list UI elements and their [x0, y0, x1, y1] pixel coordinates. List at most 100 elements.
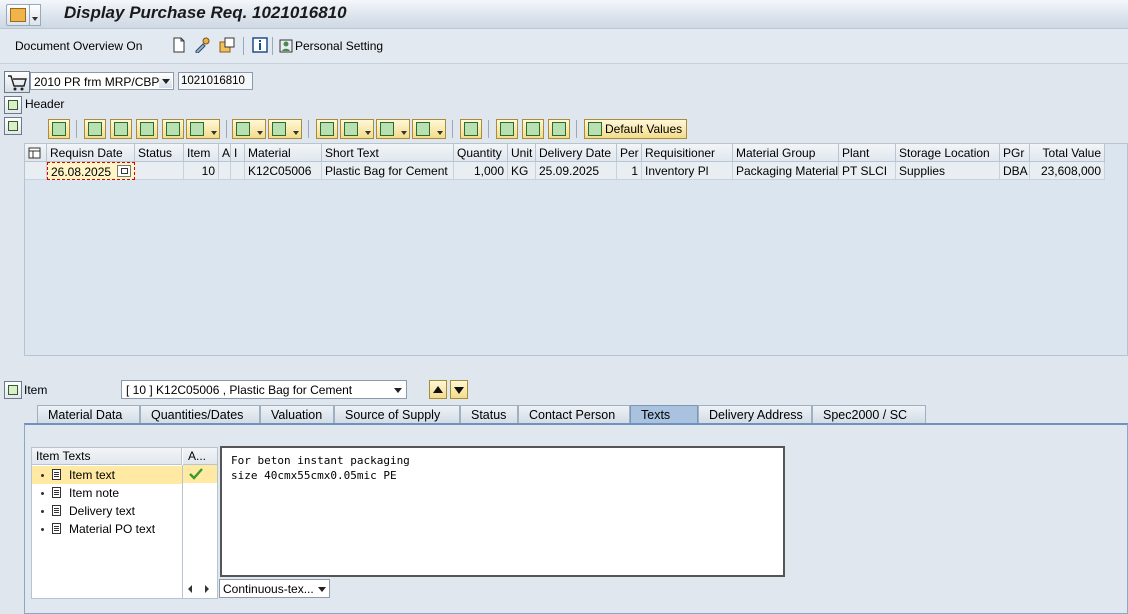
item-texts-header[interactable]: Item Texts: [32, 448, 182, 465]
column-header[interactable]: Per: [617, 144, 642, 162]
column-header[interactable]: Material Group: [733, 144, 839, 162]
table-cell-pgr[interactable]: DBA: [1000, 162, 1030, 180]
export-icon[interactable]: [376, 119, 410, 139]
tree-item-item-text[interactable]: Item text: [32, 466, 182, 484]
document-icon: [52, 523, 61, 534]
shopping-cart-icon[interactable]: [4, 71, 30, 93]
table-cell-material-group[interactable]: Packaging Material: [733, 162, 839, 180]
column-header[interactable]: Quantity: [454, 144, 508, 162]
text-format-select[interactable]: Continuous-tex...: [219, 579, 330, 598]
table-cell-quantity[interactable]: 1,000: [454, 162, 508, 180]
tree-item-label: Item note: [69, 486, 120, 500]
column-header[interactable]: Material: [245, 144, 322, 162]
column-header[interactable]: Requisn Date: [47, 144, 135, 162]
table-cell-delivery-date[interactable]: 25.09.2025: [536, 162, 617, 180]
item-move-icon[interactable]: [548, 119, 570, 139]
tab-quantities-dates[interactable]: Quantities/Dates: [140, 405, 260, 423]
document-icon: [52, 469, 61, 480]
sort-descending-icon[interactable]: [110, 119, 132, 139]
tab-status[interactable]: Status: [460, 405, 518, 423]
table-cell-unit[interactable]: KG: [508, 162, 536, 180]
views-icon[interactable]: [340, 119, 374, 139]
text-editor[interactable]: For beton instant packaging size 40cmx55…: [220, 446, 785, 577]
row-selector[interactable]: [25, 162, 47, 180]
table-cell-requisn-date[interactable]: 26.08.2025: [47, 162, 135, 180]
info-icon[interactable]: [252, 37, 268, 53]
personal-setting-icon[interactable]: [278, 37, 294, 53]
item-settings-icon[interactable]: [522, 119, 544, 139]
find-icon[interactable]: [136, 119, 158, 139]
column-header[interactable]: A: [219, 144, 231, 162]
tab-valuation[interactable]: Valuation: [260, 405, 334, 423]
calendar-icon[interactable]: [117, 165, 131, 177]
item-select[interactable]: [ 10 ] K12C05006 , Plastic Bag for Cemen…: [121, 380, 407, 399]
layout-icon[interactable]: [412, 119, 446, 139]
create-document-icon[interactable]: [171, 37, 187, 53]
column-header[interactable]: Status: [135, 144, 184, 162]
table-cell-requisitioner[interactable]: Inventory Pl: [642, 162, 733, 180]
details-icon[interactable]: [48, 119, 70, 139]
chevron-down-icon[interactable]: [391, 382, 405, 397]
personal-setting-button[interactable]: Personal Setting: [295, 39, 383, 53]
column-header[interactable]: Delivery Date: [536, 144, 617, 162]
system-menu-arrow-icon[interactable]: [29, 4, 41, 26]
next-item-button[interactable]: [450, 380, 468, 399]
scroll-left-icon[interactable]: [186, 583, 194, 597]
column-header[interactable]: Requisitioner: [642, 144, 733, 162]
chevron-down-icon[interactable]: [159, 74, 172, 88]
active-column-header[interactable]: A...: [183, 448, 217, 465]
filter-icon[interactable]: [186, 119, 220, 139]
system-menu-icon[interactable]: [6, 4, 30, 26]
print-icon[interactable]: [316, 119, 338, 139]
document-number-field[interactable]: 1021016810: [178, 72, 253, 90]
bullet-icon: [41, 510, 44, 513]
tree-item-item-note[interactable]: Item note: [32, 484, 182, 502]
column-header[interactable]: Plant: [839, 144, 896, 162]
table-cell-status[interactable]: [135, 162, 184, 180]
table-cell-i[interactable]: [231, 162, 245, 180]
document-overview-button[interactable]: Document Overview On: [15, 39, 142, 53]
column-header[interactable]: Storage Location: [896, 144, 1000, 162]
table-settings-icon[interactable]: [25, 144, 47, 162]
default-values-button[interactable]: Default Values: [584, 119, 688, 139]
find-next-icon[interactable]: [162, 119, 184, 139]
column-header[interactable]: I: [231, 144, 245, 162]
table-cell-per[interactable]: 1: [617, 162, 642, 180]
column-header[interactable]: Item: [184, 144, 219, 162]
tab-texts[interactable]: Texts: [630, 405, 698, 423]
tab-delivery-address[interactable]: Delivery Address: [698, 405, 812, 423]
other-document-icon[interactable]: [219, 37, 235, 53]
column-header[interactable]: Total Value: [1030, 144, 1105, 162]
document-type-select[interactable]: 2010 PR frm MRP/CBP: [30, 72, 174, 90]
sum-icon[interactable]: [232, 119, 266, 139]
sort-ascending-icon[interactable]: [84, 119, 106, 139]
header-expand-icon[interactable]: [4, 96, 22, 114]
table-cell-a[interactable]: [219, 162, 231, 180]
display-change-icon[interactable]: [194, 37, 210, 54]
scroll-right-icon[interactable]: [203, 583, 211, 597]
table-cell-short-text[interactable]: Plastic Bag for Cement: [322, 162, 454, 180]
column-header[interactable]: PGr: [1000, 144, 1030, 162]
chevron-down-icon[interactable]: [316, 581, 328, 596]
item-overview-collapse-icon[interactable]: [4, 117, 22, 135]
column-header[interactable]: Unit: [508, 144, 536, 162]
subtotal-icon[interactable]: [268, 119, 302, 139]
table-cell-plant[interactable]: PT SLCI: [839, 162, 896, 180]
application-toolbar: Document Overview On Personal Setting: [0, 29, 1128, 64]
grid-info-icon[interactable]: [460, 119, 482, 139]
tab-spec2000-sc[interactable]: Spec2000 / SC: [812, 405, 926, 423]
item-detail-collapse-icon[interactable]: [4, 381, 22, 399]
table-cell-storage-location[interactable]: Supplies: [896, 162, 1000, 180]
tab-contact-person[interactable]: Contact Person: [518, 405, 630, 423]
tab-material-data[interactable]: Material Data: [37, 405, 140, 423]
column-header[interactable]: Short Text: [322, 144, 454, 162]
table-cell-material[interactable]: K12C05006: [245, 162, 322, 180]
tab-source-of-supply[interactable]: Source of Supply: [334, 405, 460, 423]
tree-item-delivery-text[interactable]: Delivery text: [32, 502, 182, 520]
item-details-icon[interactable]: [496, 119, 518, 139]
table-cell-total-value[interactable]: 23,608,000: [1030, 162, 1105, 180]
tree-item-material-po-text[interactable]: Material PO text: [32, 520, 182, 538]
previous-item-button[interactable]: [429, 380, 447, 399]
table-cell-item[interactable]: 10: [184, 162, 219, 180]
requisn-date-value: 26.08.2025: [51, 165, 112, 179]
